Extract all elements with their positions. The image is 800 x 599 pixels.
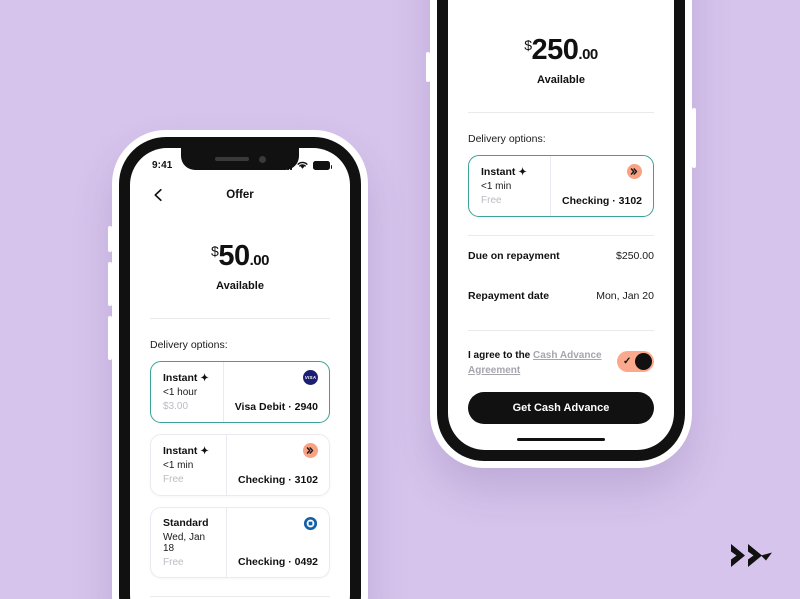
option-account: Visa Debit · 2940	[234, 401, 318, 413]
option-eta: Wed, Jan 18	[163, 532, 206, 554]
phone-right-volume-button[interactable]	[426, 52, 430, 82]
summary-rows-right: Due on repayment $250.00 Repayment date …	[448, 236, 674, 316]
lightning-bolt-icon: ✦	[518, 166, 527, 178]
option-fee: Free	[481, 195, 502, 206]
amount-block-right: $250.00 Available	[448, 0, 674, 87]
delivery-options-list-left: Instant ✦ <1 hour $3.00 VISA Visa Debit …	[130, 361, 350, 578]
option-title-text: Instant	[163, 372, 198, 384]
option-left-col: Instant ✦ <1 hour $3.00	[151, 362, 224, 422]
phone-left-silent-switch[interactable]	[108, 226, 112, 252]
row-key: Repayment date	[468, 290, 550, 302]
summary-row-repayment-date: Repayment date Mon, Jan 20	[468, 276, 654, 316]
option-title-text: Standard	[163, 517, 209, 529]
option-account: Checking · 3102	[238, 474, 318, 486]
phone-right-power-button[interactable]	[692, 108, 696, 168]
amount-cents: .00	[578, 46, 598, 63]
phone-left-volume-down-button[interactable]	[108, 316, 112, 360]
toggle-knob	[635, 353, 652, 370]
battery-icon	[313, 161, 332, 170]
delivery-options-label-left: Delivery options:	[150, 339, 228, 351]
option-account: Checking · 0492	[238, 556, 318, 568]
visa-badge-icon: VISA	[303, 370, 318, 385]
delivery-option-instant-visa[interactable]: Instant ✦ <1 hour $3.00 VISA Visa Debit …	[150, 361, 330, 423]
phone-left-screen: 9:41 Offer $50.00 Available Delivery opt…	[130, 148, 350, 599]
lightning-bolt-icon: ✦	[200, 445, 209, 457]
amount-value-right: $250.00	[448, 36, 674, 65]
chase-badge-icon	[303, 516, 318, 531]
earpiece-speaker-icon	[214, 157, 249, 161]
option-fee: $3.00	[163, 401, 189, 412]
phone-left-volume-up-button[interactable]	[108, 262, 112, 306]
option-left-col: Standard Wed, Jan 18 Free	[151, 508, 228, 577]
option-fee: Free	[163, 474, 184, 485]
row-value: Mon, Jan 20	[596, 290, 654, 302]
option-right-col: VISA Visa Debit · 2940	[224, 362, 329, 422]
amount-caption-right: Available	[537, 74, 585, 86]
double-chevron-logo	[731, 544, 772, 567]
option-eta: <1 min	[163, 460, 194, 471]
amount-block-left: $50.00 Available	[130, 212, 350, 293]
option-title: Instant ✦	[163, 372, 213, 384]
agreement-text: I agree to the Cash Advance Agreement	[468, 349, 605, 378]
option-title-text: Instant	[163, 445, 198, 457]
option-title-text: Instant	[481, 166, 516, 178]
page-title: Offer	[226, 189, 254, 201]
home-indicator[interactable]	[517, 437, 605, 441]
status-time: 9:41	[152, 159, 173, 171]
option-right-col: Checking · 3102	[551, 156, 653, 216]
delivery-option-instant-checking-selected[interactable]: Instant ✦ <1 min Free Checking · 3102	[468, 155, 654, 217]
delivery-option-instant-checking[interactable]: Instant ✦ <1 min Free Checking · 3102	[150, 434, 330, 496]
get-cash-advance-button[interactable]: Get Cash Advance	[468, 392, 654, 424]
currency-symbol: $	[524, 37, 532, 53]
delivery-options-list-right: Instant ✦ <1 min Free Checking · 3102	[448, 155, 674, 217]
delivery-options-label-right: Delivery options:	[468, 133, 546, 145]
visa-badge-text: VISA	[304, 375, 317, 380]
option-title: Standard	[163, 517, 216, 529]
phone-right-screen: $250.00 Available Delivery options: Inst…	[448, 0, 674, 450]
checkmark-icon: ✓	[623, 356, 632, 367]
amount-whole: 250	[531, 34, 579, 66]
dave-badge-icon	[627, 164, 642, 179]
amount-value-left: $50.00	[130, 242, 350, 271]
option-fee: Free	[163, 557, 184, 568]
agreement-toggle[interactable]: ✓	[617, 351, 654, 372]
option-eta: <1 min	[481, 181, 512, 192]
delivery-option-standard-checking[interactable]: Standard Wed, Jan 18 Free Checking · 049…	[150, 507, 330, 578]
agreement-prefix: I agree to the	[468, 350, 534, 361]
front-camera-icon	[258, 155, 266, 163]
option-title: Instant ✦	[481, 166, 540, 178]
option-title: Instant ✦	[163, 445, 216, 457]
summary-row-due-on-repayment: Due on repayment $250.00	[468, 236, 654, 276]
nav-bar: Offer	[130, 178, 350, 212]
option-account: Checking · 3102	[562, 195, 642, 207]
option-left-col: Instant ✦ <1 min Free	[469, 156, 552, 216]
lightning-bolt-icon: ✦	[200, 372, 209, 384]
phone-right: $250.00 Available Delivery options: Inst…	[426, 0, 696, 468]
wifi-icon	[297, 161, 308, 169]
phone-left-bezel: 9:41 Offer $50.00 Available Delivery opt…	[119, 137, 361, 599]
phone-left: 9:41 Offer $50.00 Available Delivery opt…	[108, 130, 368, 599]
amount-cents: .00	[249, 252, 270, 269]
option-left-col: Instant ✦ <1 min Free	[151, 435, 228, 495]
amount-caption-left: Available	[216, 280, 264, 292]
agreement-row: I agree to the Cash Advance Agreement ✓	[448, 331, 674, 378]
dave-badge-icon	[303, 443, 318, 458]
option-right-col: Checking · 3102	[227, 435, 329, 495]
option-eta: <1 hour	[163, 387, 198, 398]
row-value: $250.00	[616, 250, 654, 262]
phone-left-notch	[181, 148, 299, 170]
option-right-col: Checking · 0492	[227, 508, 329, 577]
amount-whole: 50	[218, 240, 250, 272]
phone-right-bezel: $250.00 Available Delivery options: Inst…	[437, 0, 685, 461]
row-key: Due on repayment	[468, 250, 560, 262]
